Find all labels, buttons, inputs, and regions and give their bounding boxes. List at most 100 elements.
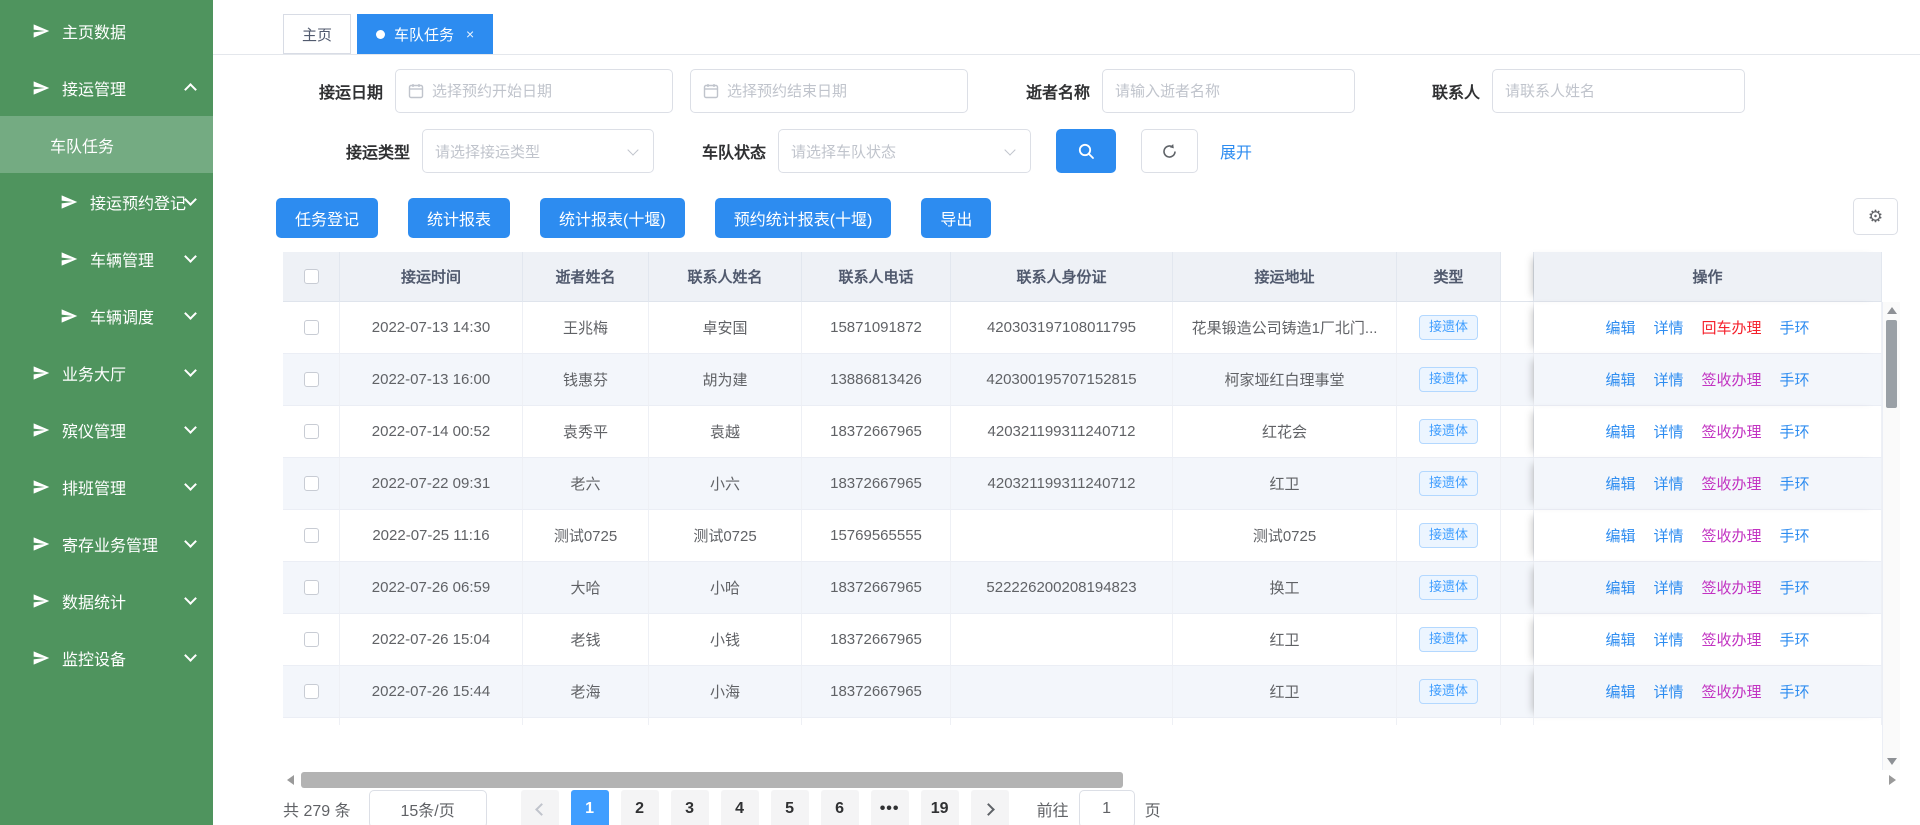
expand-toggle[interactable]: 展开 [1220, 139, 1252, 163]
row-checkbox[interactable] [304, 684, 319, 699]
tab-item[interactable]: 主页 [283, 14, 351, 54]
sidebar-item[interactable]: 车辆管理 [0, 230, 213, 287]
action-link-blue[interactable]: 详情 [1653, 473, 1683, 494]
page-number-button[interactable]: 6 [821, 790, 859, 825]
toolbar-button[interactable]: 统计报表(十堰) [540, 198, 685, 238]
page-size-select[interactable]: 15条/页 [369, 790, 487, 825]
action-link-blue[interactable]: 详情 [1653, 525, 1683, 546]
page-number-button[interactable]: 1 [571, 790, 609, 825]
action-link-blue[interactable]: 手环 [1780, 421, 1810, 442]
sidebar-item[interactable]: 排班管理 [0, 458, 213, 515]
date-end-field[interactable] [690, 69, 968, 113]
toolbar-button[interactable]: 预约统计报表(十堰) [715, 198, 892, 238]
action-link-blue[interactable]: 编辑 [1605, 681, 1635, 702]
row-checkbox[interactable] [304, 424, 319, 439]
sidebar-item[interactable]: 寄存业务管理 [0, 515, 213, 572]
type-badge: 接遗体 [1419, 679, 1478, 704]
action-link-blue[interactable]: 手环 [1780, 473, 1810, 494]
sidebar-item[interactable]: 业务大厅 [0, 344, 213, 401]
row-checkbox[interactable] [304, 320, 319, 335]
filter-row-2: 接运类型 请选择接运类型 车队状态 请选择车队状态 展开 [276, 129, 1900, 173]
scroll-right-arrow-icon[interactable] [1889, 775, 1896, 785]
action-link-blue[interactable]: 编辑 [1605, 525, 1635, 546]
sidebar-item[interactable]: 车辆调度 [0, 287, 213, 344]
action-link-magenta[interactable]: 签收办理 [1702, 577, 1762, 598]
toolbar-button[interactable]: 统计报表 [408, 198, 510, 238]
search-button[interactable] [1056, 129, 1116, 173]
deceased-name-label: 逝者名称 [1026, 79, 1090, 103]
vertical-scroll-thumb[interactable] [1886, 320, 1897, 408]
column-settings-button[interactable]: ⚙ [1853, 198, 1898, 235]
action-link-blue[interactable]: 手环 [1780, 629, 1810, 650]
action-link-blue[interactable]: 手环 [1780, 577, 1810, 598]
action-link-blue[interactable]: 编辑 [1605, 629, 1635, 650]
action-link-magenta[interactable]: 签收办理 [1702, 473, 1762, 494]
row-checkbox[interactable] [304, 528, 319, 543]
scroll-down-arrow-icon[interactable] [1887, 758, 1897, 765]
contact-field[interactable] [1492, 69, 1745, 113]
action-link-blue[interactable]: 详情 [1653, 421, 1683, 442]
sidebar-item[interactable]: 殡仪管理 [0, 401, 213, 458]
page-number-button[interactable]: 19 [921, 790, 959, 825]
action-link-blue[interactable]: 详情 [1653, 681, 1683, 702]
action-link-blue[interactable]: 手环 [1780, 525, 1810, 546]
contact-input[interactable] [1505, 83, 1732, 100]
action-link-magenta[interactable]: 签收办理 [1702, 369, 1762, 390]
action-link-blue[interactable]: 手环 [1780, 369, 1810, 390]
action-link-blue[interactable]: 手环 [1780, 317, 1810, 338]
action-link-magenta[interactable]: 签收办理 [1702, 525, 1762, 546]
action-link-blue[interactable]: 编辑 [1605, 317, 1635, 338]
action-link-blue[interactable]: 详情 [1653, 629, 1683, 650]
action-link-blue[interactable]: 编辑 [1605, 473, 1635, 494]
sidebar-item[interactable]: 车队任务 [0, 116, 213, 173]
page-number-button[interactable]: 3 [671, 790, 709, 825]
table-cell [283, 458, 340, 510]
partial-cell [1173, 718, 1397, 725]
sidebar-item[interactable]: 主页数据 [0, 2, 213, 59]
row-checkbox[interactable] [304, 632, 319, 647]
row-checkbox[interactable] [304, 476, 319, 491]
action-link-blue[interactable]: 编辑 [1605, 369, 1635, 390]
close-icon[interactable]: × [466, 27, 474, 41]
action-link-blue[interactable]: 手环 [1780, 681, 1810, 702]
sidebar-item[interactable]: 接运预约登记 [0, 173, 213, 230]
table-cell [283, 406, 340, 458]
toolbar-button[interactable]: 导出 [921, 198, 991, 238]
action-link-magenta[interactable]: 签收办理 [1702, 629, 1762, 650]
fleet-status-select[interactable]: 请选择车队状态 [778, 129, 1031, 173]
action-link-magenta[interactable]: 签收办理 [1702, 681, 1762, 702]
scroll-up-arrow-icon[interactable] [1887, 307, 1897, 314]
next-page-button[interactable] [971, 790, 1009, 825]
sidebar-item[interactable]: 接运管理 [0, 59, 213, 116]
prev-page-button[interactable] [521, 790, 559, 825]
action-link-blue[interactable]: 详情 [1653, 369, 1683, 390]
page-number-button[interactable]: 2 [621, 790, 659, 825]
transport-type-select[interactable]: 请选择接运类型 [422, 129, 654, 173]
page-number-button[interactable]: 4 [721, 790, 759, 825]
action-link-blue[interactable]: 详情 [1653, 577, 1683, 598]
vertical-scrollbar[interactable] [1882, 302, 1900, 770]
deceased-name-input[interactable] [1115, 83, 1342, 100]
row-checkbox[interactable] [304, 372, 319, 387]
action-link-red[interactable]: 回车办理 [1702, 317, 1762, 338]
horizontal-scroll-thumb[interactable] [301, 772, 1123, 788]
toolbar-button[interactable]: 任务登记 [276, 198, 378, 238]
sidebar-item[interactable]: 监控设备 [0, 629, 213, 686]
page-ellipsis[interactable]: ••• [871, 790, 909, 825]
action-link-magenta[interactable]: 签收办理 [1702, 421, 1762, 442]
goto-page-input[interactable] [1079, 790, 1135, 825]
date-end-input[interactable] [727, 83, 955, 100]
page-number-button[interactable]: 5 [771, 790, 809, 825]
date-start-field[interactable] [395, 69, 673, 113]
row-checkbox[interactable] [304, 580, 319, 595]
sidebar-item[interactable]: 数据统计 [0, 572, 213, 629]
action-link-blue[interactable]: 编辑 [1605, 577, 1635, 598]
deceased-name-field[interactable] [1102, 69, 1355, 113]
tab-active[interactable]: 车队任务× [357, 14, 493, 54]
reset-button[interactable] [1141, 129, 1198, 173]
action-link-blue[interactable]: 编辑 [1605, 421, 1635, 442]
action-link-blue[interactable]: 详情 [1653, 317, 1683, 338]
select-all-checkbox[interactable] [304, 269, 319, 284]
date-start-input[interactable] [432, 83, 660, 100]
scroll-left-arrow-icon[interactable] [287, 775, 294, 785]
